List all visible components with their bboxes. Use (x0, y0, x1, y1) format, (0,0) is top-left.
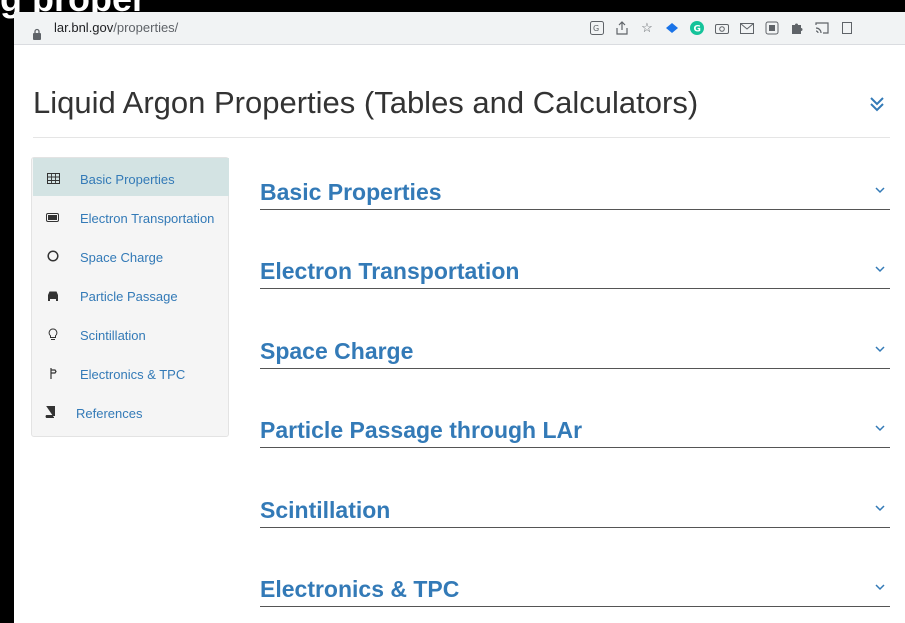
title-divider (33, 137, 890, 138)
sidebar-item-scintillation[interactable]: Scintillation (33, 314, 229, 352)
section-header-basic-properties[interactable]: Basic Properties (260, 179, 890, 219)
screen-frame-top: g proper (0, 0, 905, 19)
collapse-all-button[interactable] (869, 93, 885, 119)
bookmark-star-icon[interactable]: ☆ (636, 18, 658, 38)
page-content: Liquid Argon Properties (Tables and Calc… (14, 45, 905, 623)
section-header-scintillation[interactable]: Scintillation (260, 497, 890, 537)
section-title: Scintillation (260, 497, 391, 523)
double-chevron-down-icon (870, 97, 884, 112)
screen-frame-left (0, 0, 14, 623)
svg-text:G: G (593, 24, 599, 33)
section-title: Space Charge (260, 338, 414, 364)
section-title: Electron Transportation (260, 258, 520, 284)
sidebar-item-label: Basic Properties (80, 172, 175, 187)
sidebar-item-label: Electron Transportation (80, 211, 215, 226)
url-path: /properties/ (113, 20, 179, 35)
chevron-down-icon (875, 584, 885, 591)
camera-icon[interactable] (711, 18, 733, 38)
battery-icon (46, 210, 60, 224)
extension-toolbar: G ☆ G (586, 18, 861, 38)
sidebar-toggle-icon[interactable] (836, 18, 858, 38)
sidebar-item-references[interactable]: References (33, 392, 229, 430)
sidebar-item-electronics-tpc[interactable]: Electronics & TPC (33, 353, 229, 391)
section-divider (260, 447, 890, 448)
section-divider (260, 209, 890, 210)
chevron-down-icon (875, 346, 885, 353)
extension-bird-icon[interactable] (661, 18, 683, 38)
circle-icon (46, 249, 60, 263)
share-icon[interactable] (611, 18, 633, 38)
chevron-down-icon (875, 266, 885, 273)
car-icon (46, 288, 60, 302)
chevron-down-icon (875, 187, 885, 194)
url-field[interactable]: lar.bnl.gov/properties/ (54, 20, 178, 35)
sidebar-nav: Basic Properties Electron Transportation… (31, 157, 229, 437)
chevron-down-icon (875, 425, 885, 432)
section-divider (260, 527, 890, 528)
url-host: lar.bnl.gov (54, 20, 114, 35)
sidebar-item-basic-properties[interactable]: Basic Properties (33, 158, 229, 196)
section-header-particle-passage[interactable]: Particle Passage through LAr (260, 417, 890, 457)
reader-extension-icon[interactable] (761, 18, 783, 38)
lightbulb-icon (46, 327, 60, 341)
grammarly-icon[interactable]: G (686, 18, 708, 38)
table-icon (46, 171, 60, 185)
sidebar-item-label: Particle Passage (80, 289, 178, 304)
section-header-electron-transportation[interactable]: Electron Transportation (260, 258, 890, 298)
section-header-space-charge[interactable]: Space Charge (260, 338, 890, 378)
page-title: Liquid Argon Properties (Tables and Calc… (33, 85, 699, 120)
chevron-down-icon (875, 505, 885, 512)
sidebar-item-label: Scintillation (80, 328, 146, 343)
book-icon (42, 405, 56, 419)
section-title: Electronics & TPC (260, 576, 460, 602)
sidebar-item-label: References (76, 406, 143, 421)
puzzle-extensions-icon[interactable] (786, 18, 808, 38)
sidebar-item-particle-passage[interactable]: Particle Passage (33, 275, 229, 313)
section-header-electronics-tpc[interactable]: Electronics & TPC (260, 576, 890, 616)
sidebar-item-label: Electronics & TPC (80, 367, 186, 382)
sidebar-item-electron-transportation[interactable]: Electron Transportation (33, 197, 229, 235)
mail-icon[interactable] (736, 18, 758, 38)
cast-icon[interactable] (811, 18, 833, 38)
section-title: Particle Passage through LAr (260, 417, 583, 443)
section-divider (260, 606, 890, 607)
microchip-icon (46, 366, 60, 380)
section-divider (260, 368, 890, 369)
lock-icon (33, 28, 41, 40)
browser-address-bar: lar.bnl.gov/properties/ G ☆ G (14, 12, 905, 45)
svg-text:G: G (694, 25, 701, 35)
section-divider (260, 288, 890, 289)
translate-icon[interactable]: G (586, 18, 608, 38)
section-title: Basic Properties (260, 179, 442, 205)
sidebar-item-label: Space Charge (80, 250, 164, 265)
sidebar-item-space-charge[interactable]: Space Charge (33, 236, 229, 274)
